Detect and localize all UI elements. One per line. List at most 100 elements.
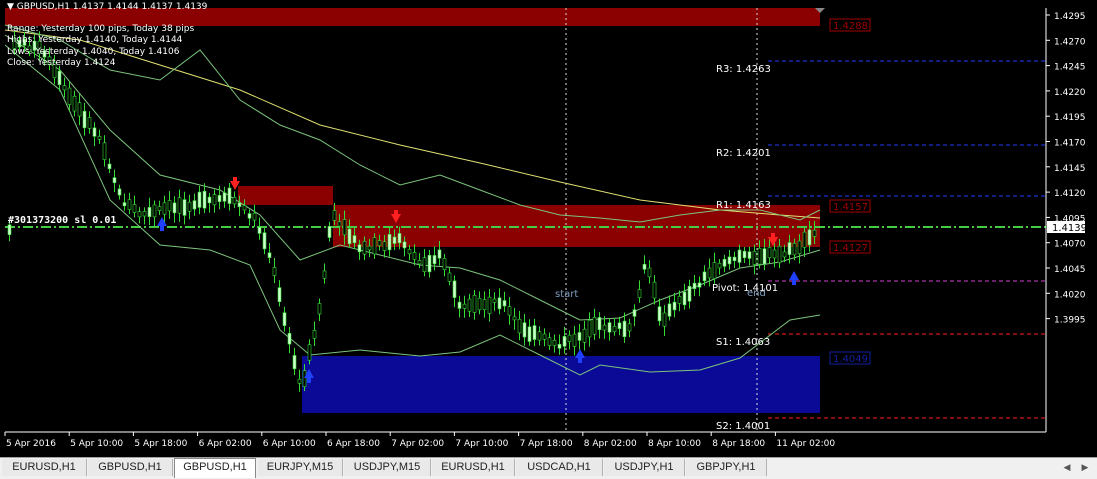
candle-body [437, 249, 442, 259]
candle-body [222, 192, 227, 202]
candle-body [402, 241, 407, 249]
candle-body [102, 142, 107, 160]
candle-body [62, 85, 67, 91]
candle-body [227, 187, 232, 204]
candle-body [692, 282, 697, 290]
chart-tab-bar: EURUSD,H1 GBPUSD,H1 GBPUSD,H1 EURJPY,M15… [0, 457, 1097, 479]
candle-body [172, 202, 177, 214]
candle-body [697, 282, 702, 288]
candle-body [142, 211, 147, 217]
candle-body [637, 289, 642, 298]
candle-body [502, 300, 507, 307]
candle-body [557, 343, 562, 349]
tab-gbpusd-h1-active[interactable]: GBPUSD,H1 [174, 458, 256, 478]
price-axis: 1.4295 1.4270 1.4245 1.4220 1.4195 1.4170 1.41… [1046, 12, 1086, 326]
price-tick-label: 1.4145 [1054, 164, 1086, 174]
candle-body [242, 205, 247, 211]
candle-body [182, 199, 187, 216]
candle-body [742, 250, 747, 259]
info-line: Close: Yesterday 1.4124 [7, 58, 116, 68]
candle-body [187, 201, 192, 212]
candle-body [532, 325, 537, 340]
tab-eurjpy-m15[interactable]: EURJPY,M15 [258, 459, 343, 476]
candle-body [717, 262, 722, 269]
candle-body [492, 298, 497, 303]
candle-body [347, 228, 352, 245]
price-tick-label: 1.4295 [1054, 12, 1086, 22]
candle-body [322, 270, 327, 279]
price-tick-label: 1.4070 [1054, 240, 1086, 250]
price-tick-label: 1.4170 [1054, 139, 1086, 149]
order-tag: #301373200 sl 0.01 [8, 215, 116, 226]
candle-body [212, 194, 217, 206]
tab-usdcad-h1[interactable]: USDCAD,H1 [516, 459, 603, 476]
scroll-left-icon[interactable]: ◀ [1060, 461, 1074, 475]
candle-body [362, 240, 367, 255]
time-tick-label: 7 Apr 10:00 [455, 439, 508, 449]
candle-body [472, 295, 477, 313]
candle-body [597, 317, 602, 331]
candle-body [652, 281, 657, 299]
candle-body [642, 264, 647, 270]
tab-eurusd-h1[interactable]: EURUSD,H1 [2, 459, 87, 476]
time-tick-label: 6 Apr 10:00 [263, 439, 316, 449]
price-tick-label: 1.4220 [1054, 88, 1086, 98]
candle-body [272, 267, 277, 276]
candle-body [797, 240, 802, 255]
candle-body [257, 226, 262, 234]
candle-body [522, 322, 527, 338]
candle-body [712, 262, 717, 279]
time-tick-label: 8 Apr 02:00 [584, 439, 637, 449]
slow-moving-average [4, 29, 821, 219]
chart-area[interactable]: start end R3: 1.4263 R2: 1.4201 R1: 1.41… [0, 0, 1097, 455]
time-tick-label: 5 Apr 10:00 [70, 439, 123, 449]
candle-body [237, 202, 242, 208]
candle-body [787, 242, 792, 255]
candle-body [612, 326, 617, 332]
candle-body [777, 245, 782, 264]
collapse-triangle-icon[interactable]: ▼ [7, 2, 14, 12]
candle-body [112, 177, 117, 184]
candle-body [792, 243, 797, 256]
buy-arrow [157, 217, 167, 231]
candle-body [202, 190, 207, 209]
candle-body [662, 312, 667, 327]
candle-body [482, 299, 487, 310]
middle-band [4, 34, 821, 321]
zone-tag-upper: 1.4157 [829, 199, 871, 213]
candle-body [582, 328, 587, 343]
candle-body [262, 232, 267, 250]
tab-eurusd-h1[interactable]: EURUSD,H1 [432, 459, 515, 476]
candle-body [137, 211, 142, 218]
candle-body [587, 319, 592, 338]
candle-body [722, 258, 727, 267]
candle-body [457, 301, 462, 309]
candle-body [727, 256, 732, 265]
candle-body [487, 296, 492, 314]
candle-body [562, 336, 567, 347]
candle-body [197, 191, 202, 208]
current-price-marker: 1.4139 [1047, 221, 1087, 234]
candle-body [757, 248, 762, 265]
candle-body [812, 229, 817, 237]
candle-body [337, 221, 342, 227]
svg-text:1.4288: 1.4288 [833, 21, 868, 32]
tab-gbpjpy-h1[interactable]: GBPJPY,H1 [686, 459, 767, 476]
info-line: Highs: Yesterday 1.4140, Today 1.4144 [7, 35, 183, 45]
tab-usdjpy-m15[interactable]: USDJPY,M15 [344, 459, 431, 476]
candle-body [207, 196, 212, 204]
candle-body [192, 200, 197, 210]
tab-usdjpy-h1[interactable]: USDJPY,H1 [604, 459, 685, 476]
scroll-right-icon[interactable]: ▶ [1078, 461, 1092, 475]
price-tick-label: 1.4245 [1054, 63, 1086, 73]
candle-body [252, 212, 257, 221]
tab-gbpusd-h1[interactable]: GBPUSD,H1 [88, 459, 173, 476]
candle-body [512, 316, 517, 321]
candle-body [762, 248, 767, 265]
candle-body [452, 280, 457, 298]
candle-body [357, 244, 362, 253]
time-axis: 5 Apr 2016 5 Apr 10:00 5 Apr 18:00 6 Apr 02… [4, 432, 835, 449]
price-chart[interactable]: start end R3: 1.4263 R2: 1.4201 R1: 1.41… [0, 0, 1097, 455]
candle-body [672, 301, 677, 311]
candle-body [7, 224, 12, 235]
